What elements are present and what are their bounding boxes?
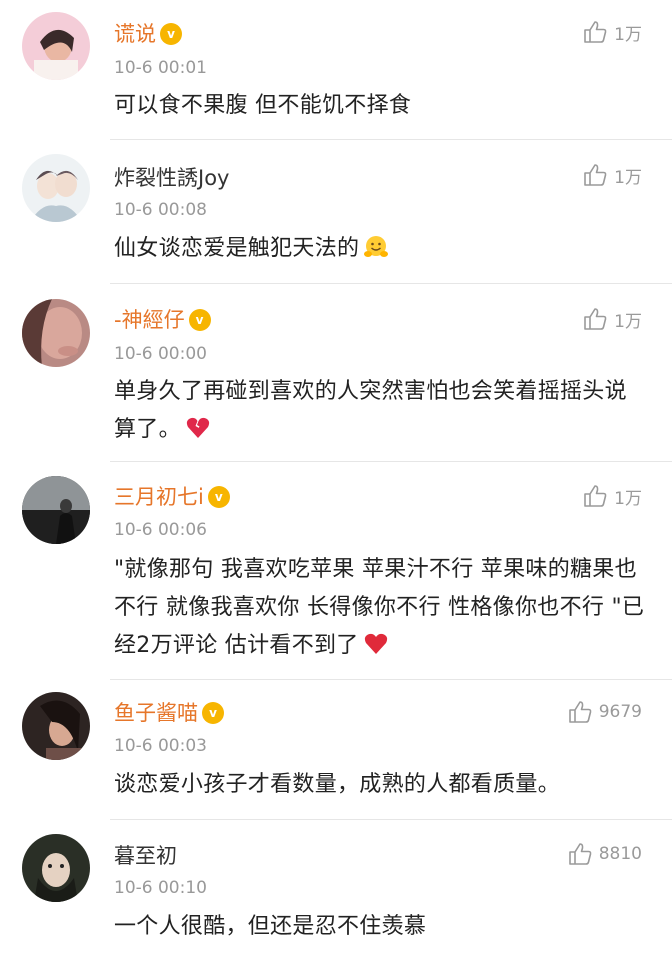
- username[interactable]: 鱼子酱喵: [114, 702, 198, 724]
- like-count: 9679: [598, 702, 642, 722]
- comment-text: 仙女谈恋爱是触犯天法的: [114, 230, 644, 268]
- username[interactable]: -神經仔: [114, 309, 185, 331]
- timestamp: 10-6 00:01: [114, 58, 207, 78]
- comment-text: 谈恋爱小孩子才看数量，成熟的人都看质量。: [114, 766, 644, 804]
- avatar[interactable]: [22, 692, 90, 760]
- comment-text: 单身久了再碰到喜欢的人突然害怕也会笑着摇摇头说算了。: [114, 373, 634, 449]
- comment-text: 可以食不果腹 但不能饥不择食: [114, 87, 644, 125]
- thumbs-up-icon: [584, 21, 607, 43]
- username-row: 谎说 v: [114, 17, 182, 51]
- avatar-upside-down-face-icon: [22, 834, 90, 902]
- avatar[interactable]: [22, 12, 90, 80]
- username-row: 鱼子酱喵 v: [114, 696, 224, 730]
- like-button[interactable]: 1万: [582, 19, 642, 45]
- timestamp: 10-6 00:00: [114, 344, 207, 364]
- thumbs-up-icon: [568, 843, 592, 865]
- like-button[interactable]: 1万: [582, 483, 642, 509]
- like-count: 1万: [614, 311, 642, 332]
- avatar[interactable]: [22, 154, 90, 222]
- comment-item: 暮至初 10-6 00:10 一个人很酷，但还是忍不住羡慕 8810: [0, 820, 672, 960]
- thumbs-up-icon: [584, 308, 607, 330]
- broken-heart-emoji: [186, 417, 210, 438]
- like-button[interactable]: 8810: [567, 841, 642, 867]
- username-row: 炸裂性誘Joy: [114, 161, 229, 195]
- like-button[interactable]: 1万: [582, 306, 642, 332]
- comment-item: -神經仔 v 10-6 00:00 单身久了再碰到喜欢的人突然害怕也会笑着摇摇头…: [0, 284, 672, 462]
- comment-item: 三月初七i v 10-6 00:06 "就像那句 我喜欢吃苹果 苹果汁不行 苹果…: [0, 462, 672, 680]
- avatar[interactable]: [22, 476, 90, 544]
- username-row: 暮至初: [114, 839, 177, 873]
- timestamp: 10-6 00:10: [114, 878, 207, 898]
- like-count: 1万: [614, 24, 642, 45]
- avatar-seaside-figure-icon: [22, 476, 90, 544]
- thumbs-up-icon: [584, 485, 607, 507]
- username[interactable]: 暮至初: [114, 845, 177, 867]
- username[interactable]: 炸裂性誘Joy: [114, 167, 229, 189]
- comment-text-content: 仙女谈恋爱是触犯天法的: [114, 236, 360, 261]
- like-count: 1万: [614, 488, 642, 509]
- comment-text-content: 谈恋爱小孩子才看数量，成熟的人都看质量。: [114, 772, 561, 797]
- avatar[interactable]: [22, 834, 90, 902]
- username[interactable]: 三月初七i: [114, 486, 204, 508]
- like-count: 8810: [598, 844, 642, 864]
- comment-text-content: 一个人很酷，但还是忍不住羡慕: [114, 914, 427, 939]
- comment-item: 谎说 v 10-6 00:01 可以食不果腹 但不能饥不择食 1万: [0, 0, 672, 140]
- like-count: 1万: [614, 167, 642, 188]
- vip-badge-icon: v: [202, 702, 224, 724]
- like-button[interactable]: 9679: [567, 699, 642, 725]
- thumbs-up-icon: [568, 701, 592, 723]
- avatar-dark-hair-girl-icon: [22, 692, 90, 760]
- timestamp: 10-6 00:08: [114, 200, 207, 220]
- timestamp: 10-6 00:06: [114, 520, 207, 540]
- comment-list: 谎说 v 10-6 00:01 可以食不果腹 但不能饥不择食 1万 炸裂性誘Jo…: [0, 0, 672, 960]
- avatar-face-closeup-icon: [22, 299, 90, 367]
- avatar-pink-girl-icon: [22, 12, 90, 80]
- vip-badge-icon: v: [207, 486, 230, 508]
- timestamp: 10-6 00:03: [114, 736, 207, 756]
- red-heart-emoji: [364, 633, 387, 654]
- comment-text-content: 可以食不果腹 但不能饥不择食: [114, 93, 412, 118]
- username-row: 三月初七i v: [114, 480, 230, 514]
- vip-badge-icon: v: [160, 23, 182, 45]
- comment-text: "就像那句 我喜欢吃苹果 苹果汁不行 苹果味的糖果也不行 就像我喜欢你 长得像你…: [114, 551, 646, 665]
- vip-badge-icon: v: [188, 309, 211, 331]
- thumbs-up-icon: [584, 164, 607, 186]
- avatar[interactable]: [22, 299, 90, 367]
- comment-item: 鱼子酱喵 v 10-6 00:03 谈恋爱小孩子才看数量，成熟的人都看质量。 9…: [0, 680, 672, 820]
- username-row: -神經仔 v: [114, 303, 211, 337]
- comment-item: 炸裂性誘Joy 10-6 00:08 仙女谈恋爱是触犯天法的 1万: [0, 140, 672, 284]
- comment-text: 一个人很酷，但还是忍不住羡慕: [114, 908, 644, 946]
- hugging-face-emoji: [364, 236, 389, 257]
- like-button[interactable]: 1万: [582, 162, 642, 188]
- avatar-couple-sketch-icon: [22, 154, 90, 222]
- username[interactable]: 谎说: [114, 23, 156, 45]
